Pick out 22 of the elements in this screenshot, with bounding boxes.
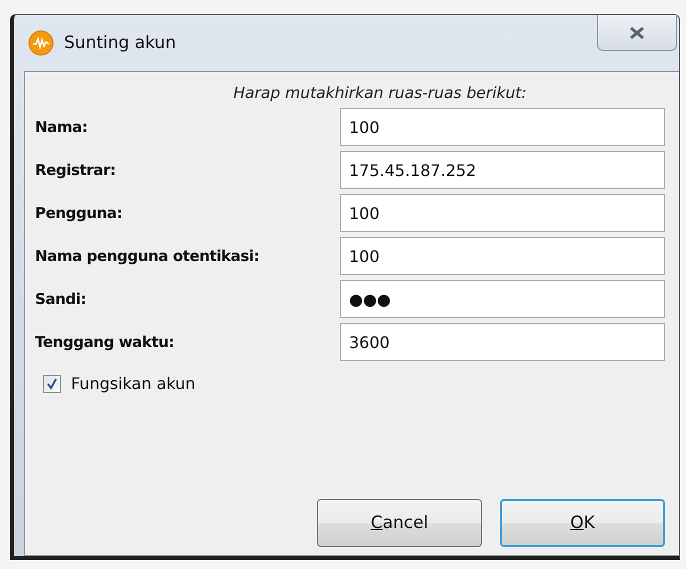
field-label: Sandi: <box>35 290 88 308</box>
input-field[interactable]: 100 <box>340 108 665 146</box>
check-icon <box>46 378 58 390</box>
checkbox-label: Fungsikan akun <box>71 374 196 393</box>
window-title: Sunting akun <box>64 33 176 53</box>
dialog-button[interactable]: Cancel <box>317 499 482 547</box>
instruction-text: Harap mutakhirkan ruas-ruas berikut: <box>232 84 528 102</box>
default-button[interactable]: OK <box>500 499 665 547</box>
input-field[interactable]: 100 <box>340 194 665 232</box>
field-label: Nama pengguna otentikasi: <box>35 247 260 265</box>
input-field[interactable]: 175.45.187.252 <box>340 151 665 189</box>
field-label: Tenggang waktu: <box>35 333 176 351</box>
field-label: Nama: <box>35 118 88 136</box>
close-button[interactable] <box>597 15 677 51</box>
input-field[interactable]: ●●● <box>340 280 665 318</box>
field-label: Pengguna: <box>35 204 124 222</box>
checkbox[interactable] <box>43 374 61 392</box>
close-icon <box>628 26 646 40</box>
input-field[interactable]: 100 <box>340 237 665 275</box>
field-label: Registrar: <box>35 161 117 179</box>
app-logo-icon <box>28 30 54 56</box>
input-field[interactable]: 3600 <box>340 323 665 361</box>
